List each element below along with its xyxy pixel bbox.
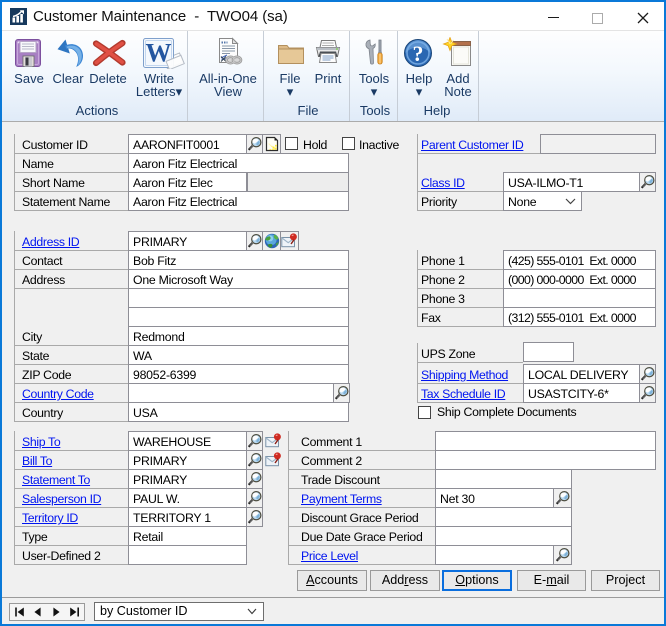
svg-text:?: ?	[413, 41, 424, 66]
